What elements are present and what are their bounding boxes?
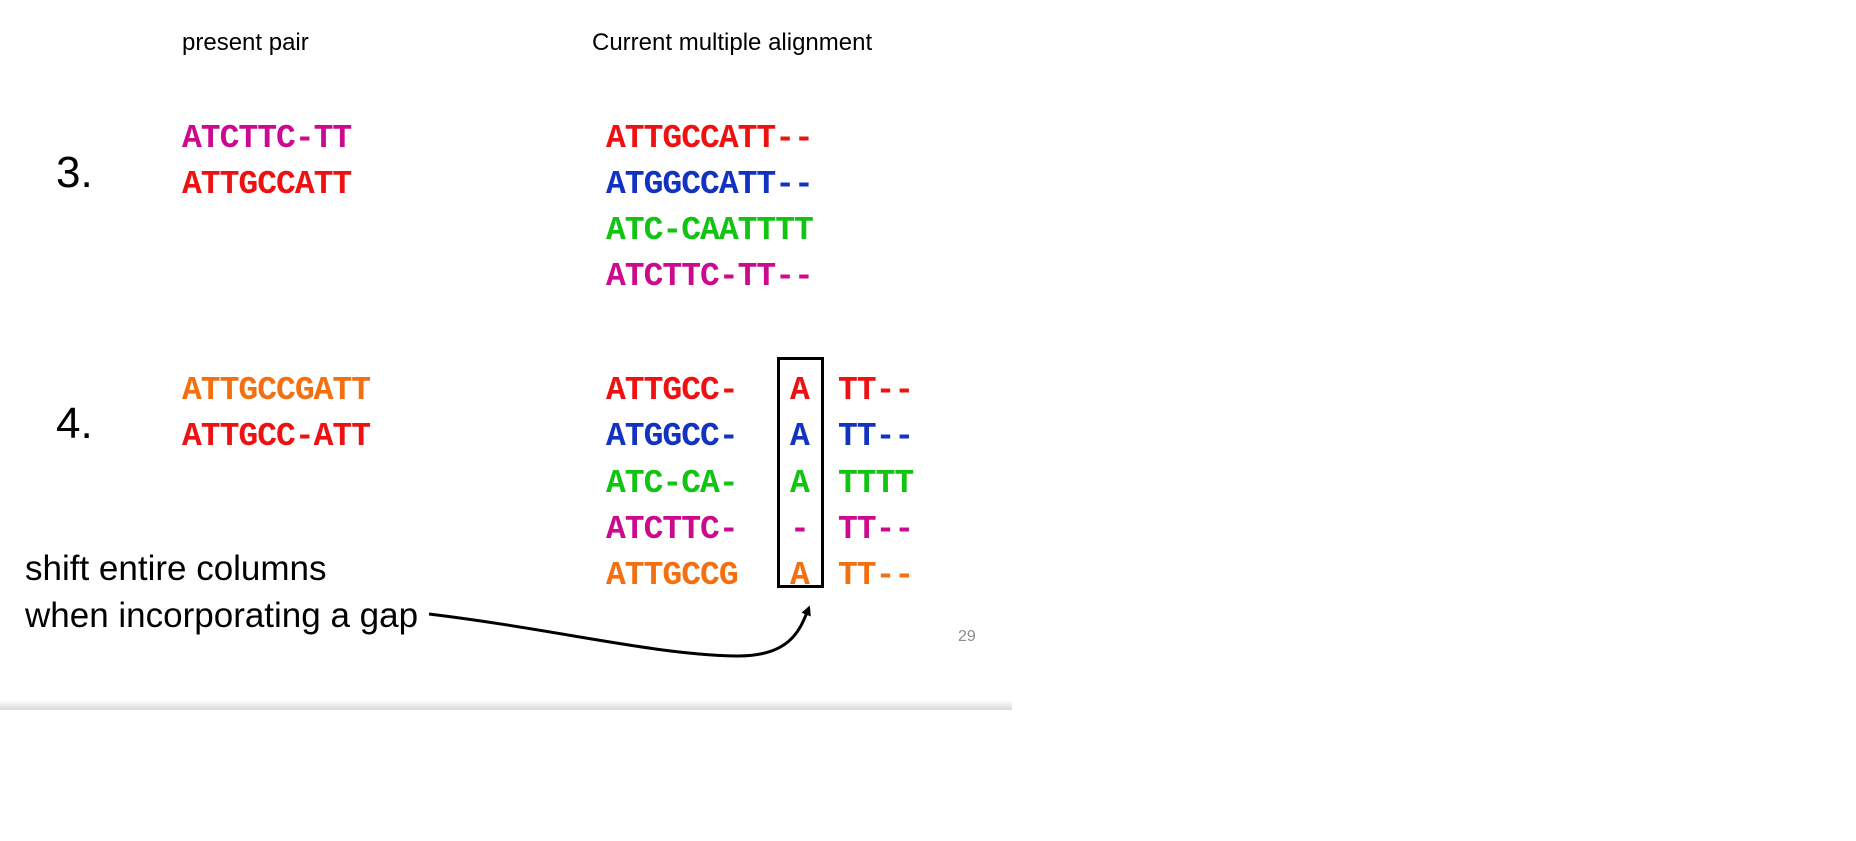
column-shift-arrow [428, 605, 811, 658]
column-shift-arrow-line [428, 605, 811, 658]
page-number: 29 [958, 628, 976, 645]
slide-bottom-shadow [0, 700, 1012, 710]
slide: present pair Current multiple alignment … [0, 0, 1012, 700]
